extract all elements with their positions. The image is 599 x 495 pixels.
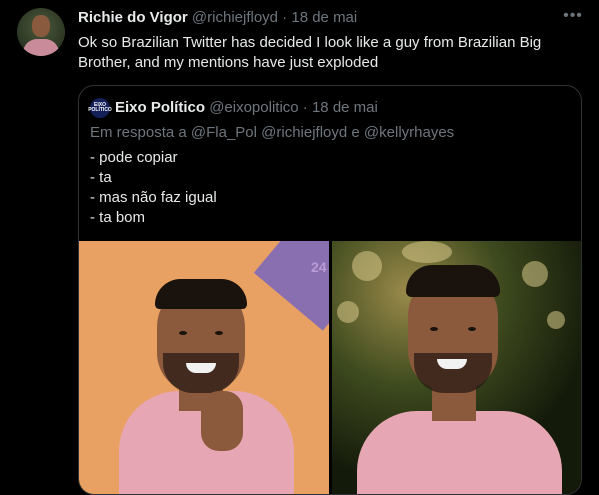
separator-dot: · xyxy=(282,9,288,26)
person-left-eye xyxy=(179,331,187,335)
quote-reply-context: Em resposta a @Fla_Pol @richiejfloyd e @… xyxy=(90,124,454,142)
person-right-shirt xyxy=(357,411,562,494)
reply-mentions[interactable]: @Fla_Pol @richiejfloyd e @kellyrhayes xyxy=(191,124,454,141)
person-left-eye xyxy=(215,331,223,335)
bokeh-light xyxy=(402,241,452,263)
tweet-text: Ok so Brazilian Twitter has decided I lo… xyxy=(78,34,542,71)
quote-header: Eixo Político @eixopolitico · 18 de mai xyxy=(115,99,378,117)
quote-date: 18 de mai xyxy=(311,99,378,116)
tweet-avatar[interactable] xyxy=(17,8,65,56)
tweet-header: Richie do Vigor @richiejfloyd · 18 de ma… xyxy=(78,9,357,27)
quote-line: - mas não faz igual xyxy=(90,189,217,206)
quote-separator-dot: · xyxy=(302,99,308,116)
person-right-hair xyxy=(406,265,500,297)
quote-media: 24 xyxy=(79,241,581,494)
quote-author-handle: @eixopolitico xyxy=(209,99,299,116)
purple-panel xyxy=(253,241,329,331)
quote-text: - pode copiar - ta - mas não faz igual -… xyxy=(90,148,217,228)
quote-avatar[interactable]: EIXO POLÍTICO xyxy=(88,98,112,118)
person-left-hair xyxy=(155,279,247,309)
avatar-face xyxy=(32,15,50,37)
quoted-tweet[interactable]: EIXO POLÍTICO Eixo Político @eixopolitic… xyxy=(78,85,582,495)
person-left-hand xyxy=(201,391,243,451)
bokeh-light xyxy=(352,251,382,281)
author-name[interactable]: Richie do Vigor xyxy=(78,9,188,26)
bokeh-light xyxy=(547,311,565,329)
person-right-eye xyxy=(430,327,438,331)
panel-number: 24 xyxy=(311,259,327,275)
person-left-beard xyxy=(163,353,239,393)
quote-line: - ta bom xyxy=(90,209,146,226)
more-horizontal-icon[interactable]: ••• xyxy=(560,6,586,26)
avatar-shirt xyxy=(23,39,59,56)
author-handle[interactable]: @richiejfloyd xyxy=(192,9,278,26)
person-right-eye xyxy=(468,327,476,331)
quote-line: - pode copiar xyxy=(90,149,178,166)
photo-right[interactable] xyxy=(332,241,581,494)
bokeh-light xyxy=(337,301,359,323)
photo-left[interactable]: 24 xyxy=(79,241,329,494)
tweet-date[interactable]: 18 de mai xyxy=(291,9,357,26)
bokeh-light xyxy=(522,261,548,287)
quote-line: - ta xyxy=(90,169,112,186)
quote-author-name: Eixo Político xyxy=(115,99,206,116)
reply-prefix: Em resposta a xyxy=(90,124,187,141)
